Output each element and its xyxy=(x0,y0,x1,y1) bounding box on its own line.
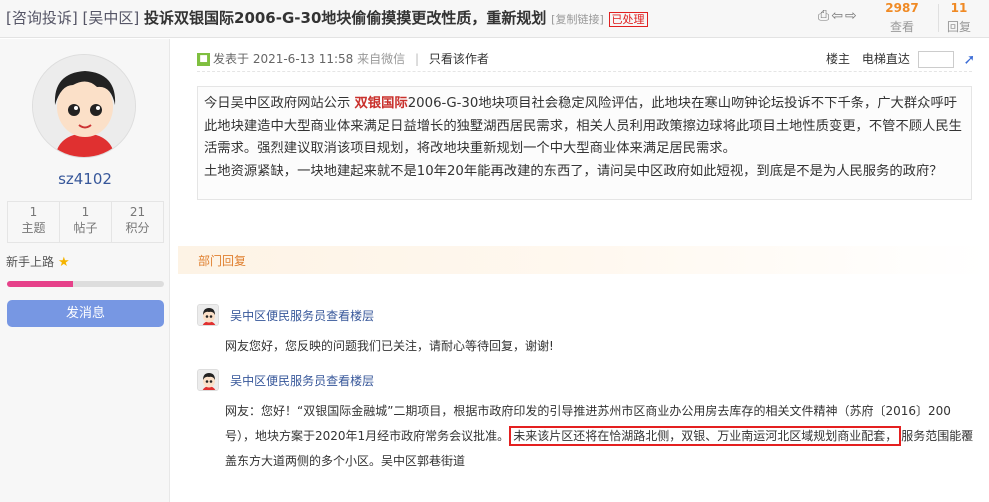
reply-author[interactable]: 吴中区便民服务员查看楼层 xyxy=(230,374,374,388)
post-text: 今日吴中区政府网站公示 xyxy=(204,96,355,111)
prev-icon[interactable]: ⇦ xyxy=(831,8,845,24)
replies-label: 回复 xyxy=(946,20,971,34)
user-rank: 新手上路 ★ xyxy=(6,253,70,270)
stat-label: 积分 xyxy=(125,221,150,235)
stat-value: 21 xyxy=(129,205,146,219)
copy-link[interactable]: [复制链接] xyxy=(551,13,604,26)
page-title: 投诉双银国际2006-G-30地块偷偷摸摸更改性质，重新规划 xyxy=(144,9,547,27)
post-time: 发表于 2021-6-13 11:58 xyxy=(213,52,354,66)
post-paragraph: 今日吴中区政府网站公示 双银国际2006-G-30地块项目社会稳定风险评估，此地… xyxy=(204,93,965,161)
status-badge: 已处理 xyxy=(608,12,648,27)
author-sidebar: sz4102 1 主题 1 帖子 21 积分 新手上路 ★ 发消息 xyxy=(0,39,170,502)
divider xyxy=(197,71,972,72)
only-author-link[interactable]: 只看该作者 xyxy=(429,52,489,66)
progress-fill xyxy=(7,281,73,287)
stat-value: 1 xyxy=(81,205,90,219)
send-message-button[interactable]: 发消息 xyxy=(7,300,164,327)
stat-points[interactable]: 21 积分 xyxy=(112,202,163,242)
district-tag[interactable]: [吴中区] xyxy=(83,9,140,27)
post-meta: ■ 发表于 2021-6-13 11:58 来自微信 | 只看该作者 xyxy=(197,50,489,67)
author-stats: 1 主题 1 帖子 21 积分 xyxy=(7,201,164,243)
reply-item: 吴中区便民服务员查看楼层 网友：您好！“双银国际金融城”二期项目，根据市政府印发… xyxy=(197,369,977,474)
print-icon[interactable]: ⎙ xyxy=(818,8,831,24)
reply-text: 网友您好，您反映的问题我们已关注，请耐心等待回复，谢谢! xyxy=(225,339,554,353)
dept-reply-label: 部门回复 xyxy=(198,254,247,268)
thread-header: [咨询投诉] [吴中区] 投诉双银国际2006-G-30地块偷偷摸摸更改性质，重… xyxy=(0,0,989,38)
separator: | xyxy=(415,52,420,66)
post-source: 来自微信 xyxy=(357,52,406,66)
reply-header: 吴中区便民服务员查看楼层 xyxy=(197,369,977,395)
avatar[interactable] xyxy=(32,54,136,158)
elevator-label: 电梯直达 xyxy=(861,52,910,66)
stat-label: 主题 xyxy=(21,221,46,235)
star-icon: ★ xyxy=(58,255,70,270)
highlight-keyword[interactable]: 双银国际 xyxy=(355,96,408,111)
thread-title: [咨询投诉] [吴中区] 投诉双银国际2006-G-30地块偷偷摸摸更改性质，重… xyxy=(6,7,648,28)
replies-count: 11 xyxy=(950,1,968,15)
dept-reply-bar: 部门回复 xyxy=(178,246,989,274)
category-tag[interactable]: [咨询投诉] xyxy=(6,9,78,27)
views-count: 2987 xyxy=(885,1,919,15)
floor-nav: 楼主 电梯直达 ➚ xyxy=(826,50,975,68)
views-label: 查看 xyxy=(889,20,914,34)
boxed-highlight: 未来该片区还将在恰湖路北侧，双银、万业南运河北区域规划商业配套， xyxy=(509,426,902,446)
reply-author[interactable]: 吴中区便民服务员查看楼层 xyxy=(230,309,374,323)
post-content: 今日吴中区政府网站公示 双银国际2006-G-30地块项目社会稳定风险评估，此地… xyxy=(197,86,972,200)
stat-value: 1 xyxy=(29,205,38,219)
jump-icon[interactable]: ➚ xyxy=(964,52,976,68)
avatar[interactable] xyxy=(197,369,219,391)
rank-progress xyxy=(7,281,164,287)
floor-label: 楼主 xyxy=(826,52,851,66)
stat-posts[interactable]: 1 帖子 xyxy=(60,202,112,242)
post-icon: ■ xyxy=(197,53,210,66)
avatar[interactable] xyxy=(197,304,219,326)
post-paragraph: 土地资源紧缺，一块地建起来就不是10年20年能再改建的东西了，请问吴中区政府如此… xyxy=(204,163,943,179)
reply-text: 网友：您好！“双银国际金融城”二期项目，根据市政府印发的引导推进苏州市区商业办公… xyxy=(225,399,977,474)
thread-tools: ⎙⇦⇨ xyxy=(818,8,859,24)
author-name[interactable]: sz4102 xyxy=(0,170,170,188)
reply-header: 吴中区便民服务员查看楼层 xyxy=(197,304,977,330)
stat-topics[interactable]: 1 主题 xyxy=(8,202,60,242)
stat-label: 帖子 xyxy=(73,221,98,235)
rank-label: 新手上路 xyxy=(6,255,55,269)
reply-item: 吴中区便民服务员查看楼层 网友您好，您反映的问题我们已关注，请耐心等待回复，谢谢… xyxy=(197,304,977,359)
next-icon[interactable]: ⇨ xyxy=(845,8,859,24)
views-stat: 2987 查看 xyxy=(880,1,924,35)
floor-input[interactable] xyxy=(917,51,954,68)
replies-stat: 11 回复 xyxy=(937,1,981,35)
